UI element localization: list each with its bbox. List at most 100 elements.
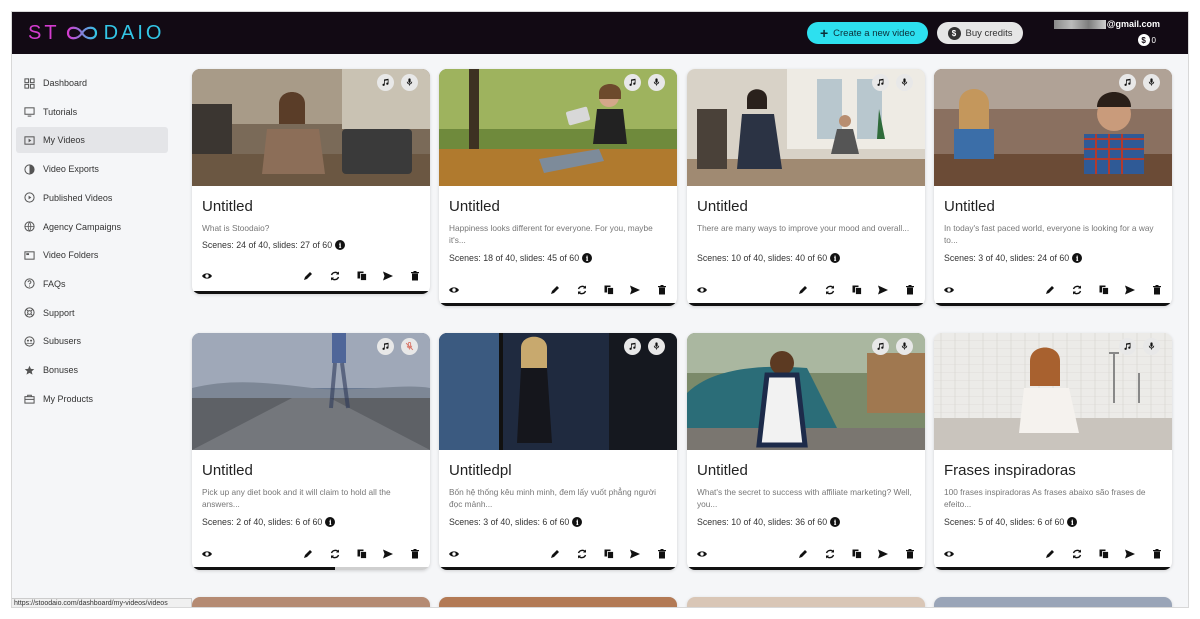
- video-thumbnail[interactable]: [687, 69, 925, 186]
- video-thumbnail[interactable]: [934, 69, 1172, 186]
- delete-button[interactable]: [655, 283, 669, 297]
- delete-button[interactable]: [903, 547, 917, 561]
- preview-button[interactable]: [942, 283, 956, 297]
- music-badge[interactable]: [872, 74, 889, 91]
- regenerate-button[interactable]: [1070, 283, 1084, 297]
- edit-button[interactable]: [301, 269, 315, 283]
- info-icon[interactable]: i: [1067, 517, 1078, 527]
- sidebar-item-my-products[interactable]: My Products: [16, 386, 168, 412]
- video-thumbnail[interactable]: [439, 69, 677, 186]
- delete-button[interactable]: [408, 547, 422, 561]
- music-badge[interactable]: [624, 74, 641, 91]
- voice-badge[interactable]: [648, 338, 665, 355]
- preview-button[interactable]: [447, 547, 461, 561]
- voice-badge[interactable]: [401, 74, 418, 91]
- music-badge[interactable]: [624, 338, 641, 355]
- edit-button[interactable]: [548, 547, 562, 561]
- edit-button[interactable]: [1043, 283, 1057, 297]
- duplicate-button[interactable]: [1097, 283, 1111, 297]
- video-thumbnail[interactable]: [192, 69, 430, 186]
- preview-button[interactable]: [200, 269, 214, 283]
- preview-button[interactable]: [447, 283, 461, 297]
- music-badge[interactable]: [377, 338, 394, 355]
- video-card[interactable]: Untitled Pick up any diet book and it wil…: [192, 333, 430, 570]
- voice-badge[interactable]: [896, 74, 913, 91]
- info-icon[interactable]: i: [335, 240, 346, 250]
- info-icon[interactable]: i: [830, 253, 841, 263]
- voice-badge[interactable]: [401, 338, 418, 355]
- music-badge[interactable]: [872, 338, 889, 355]
- publish-button[interactable]: [1123, 547, 1137, 561]
- video-card[interactable]: Untitledpl Bốn hệ thống kêu minh minh, đe…: [439, 333, 677, 570]
- voice-badge[interactable]: [1143, 338, 1160, 355]
- publish-button[interactable]: [381, 269, 395, 283]
- video-card-partial[interactable]: [934, 597, 1172, 607]
- video-card[interactable]: Untitled What is Stoodaio? Scenes: 24 of 4…: [192, 69, 430, 294]
- delete-button[interactable]: [655, 547, 669, 561]
- duplicate-button[interactable]: [602, 283, 616, 297]
- info-icon[interactable]: i: [572, 517, 583, 527]
- edit-button[interactable]: [1043, 547, 1057, 561]
- duplicate-button[interactable]: [850, 283, 864, 297]
- publish-button[interactable]: [628, 283, 642, 297]
- regenerate-button[interactable]: [328, 269, 342, 283]
- duplicate-button[interactable]: [602, 547, 616, 561]
- info-icon[interactable]: i: [830, 517, 841, 527]
- sidebar-item-faqs[interactable]: FAQs: [16, 271, 168, 297]
- video-card[interactable]: Untitled Happiness looks different for ev…: [439, 69, 677, 306]
- edit-button[interactable]: [548, 283, 562, 297]
- delete-button[interactable]: [1150, 283, 1164, 297]
- duplicate-button[interactable]: [850, 547, 864, 561]
- sidebar-item-my-videos[interactable]: My Videos: [16, 127, 168, 154]
- video-card[interactable]: Untitled In today's fast paced world, eve…: [934, 69, 1172, 306]
- video-card[interactable]: Frases inspiradoras 100 frases inspirador…: [934, 333, 1172, 570]
- voice-badge[interactable]: [648, 74, 665, 91]
- edit-button[interactable]: [796, 547, 810, 561]
- video-card-partial[interactable]: [192, 597, 430, 607]
- info-icon[interactable]: i: [582, 253, 593, 263]
- video-thumbnail[interactable]: [687, 333, 925, 450]
- buy-credits-button[interactable]: $ Buy credits: [937, 22, 1023, 44]
- voice-badge[interactable]: [896, 338, 913, 355]
- delete-button[interactable]: [408, 269, 422, 283]
- regenerate-button[interactable]: [823, 547, 837, 561]
- preview-button[interactable]: [200, 547, 214, 561]
- video-card-partial[interactable]: [439, 597, 677, 607]
- sidebar-item-video-folders[interactable]: Video Folders: [16, 242, 168, 268]
- preview-button[interactable]: [942, 547, 956, 561]
- music-badge[interactable]: [1119, 74, 1136, 91]
- video-card-partial[interactable]: [687, 597, 925, 607]
- publish-button[interactable]: [876, 283, 890, 297]
- video-thumbnail[interactable]: [934, 333, 1172, 450]
- sidebar-item-subusers[interactable]: Subusers: [16, 328, 168, 354]
- sidebar-item-video-exports[interactable]: Video Exports: [16, 156, 168, 182]
- preview-button[interactable]: [695, 547, 709, 561]
- video-thumbnail[interactable]: [439, 333, 677, 450]
- publish-button[interactable]: [628, 547, 642, 561]
- duplicate-button[interactable]: [355, 269, 369, 283]
- video-card[interactable]: Untitled There are many ways to improve y…: [687, 69, 925, 306]
- regenerate-button[interactable]: [1070, 547, 1084, 561]
- sidebar-item-tutorials[interactable]: Tutorials: [16, 99, 168, 125]
- duplicate-button[interactable]: [355, 547, 369, 561]
- duplicate-button[interactable]: [1097, 547, 1111, 561]
- sidebar-item-published-videos[interactable]: Published Videos: [16, 185, 168, 211]
- video-card[interactable]: Untitled What's the secret to success wit…: [687, 333, 925, 570]
- preview-button[interactable]: [695, 283, 709, 297]
- publish-button[interactable]: [876, 547, 890, 561]
- regenerate-button[interactable]: [823, 283, 837, 297]
- logo[interactable]: ST DAIO: [28, 22, 164, 44]
- music-badge[interactable]: [377, 74, 394, 91]
- edit-button[interactable]: [796, 283, 810, 297]
- delete-button[interactable]: [903, 283, 917, 297]
- info-icon[interactable]: i: [1072, 253, 1083, 263]
- regenerate-button[interactable]: [575, 547, 589, 561]
- sidebar-item-bonuses[interactable]: Bonuses: [16, 357, 168, 383]
- video-thumbnail[interactable]: [192, 333, 430, 450]
- create-video-button[interactable]: + Create a new video: [807, 22, 928, 44]
- voice-badge[interactable]: [1143, 74, 1160, 91]
- regenerate-button[interactable]: [575, 283, 589, 297]
- info-icon[interactable]: i: [325, 517, 336, 527]
- user-menu[interactable]: @gmail.com $ 0: [1040, 19, 1160, 49]
- sidebar-item-support[interactable]: Support: [16, 300, 168, 326]
